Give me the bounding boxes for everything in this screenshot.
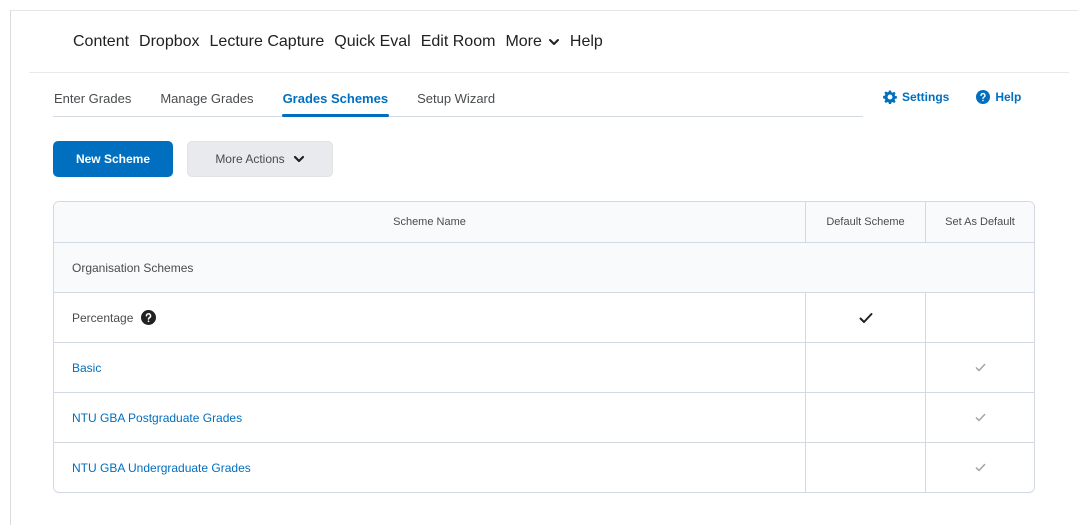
more-actions-label: More Actions xyxy=(215,152,285,166)
header-scheme-name: Scheme Name xyxy=(393,216,466,228)
default-scheme-cell xyxy=(805,443,925,492)
set-as-default-cell xyxy=(925,443,1034,492)
tab-grades-schemes[interactable]: Grades Schemes xyxy=(281,91,390,117)
help-circle-icon xyxy=(976,90,991,104)
checkmark-icon xyxy=(859,312,872,323)
nav-item-more[interactable]: More xyxy=(505,33,559,51)
set-default-check-icon[interactable] xyxy=(975,463,986,472)
nav-item-content[interactable]: Content xyxy=(73,33,129,51)
gear-icon xyxy=(883,90,897,104)
scheme-name-cell: Basic xyxy=(54,343,805,392)
scheme-name: Percentage xyxy=(72,310,134,325)
header-set-as-default: Set As Default xyxy=(925,202,1034,242)
default-scheme-cell xyxy=(805,293,925,342)
scheme-name-link[interactable]: NTU GBA Undergraduate Grades xyxy=(72,461,251,475)
default-scheme-cell xyxy=(805,343,925,392)
nav-item-help[interactable]: Help xyxy=(570,33,603,51)
tab-links: Settings Help xyxy=(883,90,1021,104)
new-scheme-button[interactable]: New Scheme xyxy=(53,141,173,177)
scheme-name-link[interactable]: NTU GBA Postgraduate Grades xyxy=(72,411,242,425)
scheme-name-cell: NTU GBA Undergraduate Grades xyxy=(54,443,805,492)
settings-link-label: Settings xyxy=(902,90,950,104)
scheme-name-link[interactable]: Basic xyxy=(72,361,101,375)
grades-tabs: Enter Grades Manage Grades Grades Scheme… xyxy=(53,73,863,117)
set-as-default-cell xyxy=(925,293,1034,342)
table-row: Percentage xyxy=(54,292,1034,342)
tab-manage-grades[interactable]: Manage Grades xyxy=(159,91,254,116)
set-default-check-icon[interactable] xyxy=(975,363,986,372)
table-row: NTU GBA Undergraduate Grades xyxy=(54,442,1034,492)
nav-item-dropbox[interactable]: Dropbox xyxy=(139,33,199,51)
scheme-name-cell: Percentage xyxy=(54,293,805,342)
help-link-label: Help xyxy=(995,90,1022,104)
settings-link[interactable]: Settings xyxy=(883,90,949,104)
more-actions-button[interactable]: More Actions xyxy=(187,141,333,177)
default-scheme-cell xyxy=(805,393,925,442)
nav-item-quick-eval[interactable]: Quick Eval xyxy=(334,33,410,51)
table-header-row: Scheme Name Default Scheme Set As Defaul… xyxy=(54,202,1034,242)
page-frame: Content Dropbox Lecture Capture Quick Ev… xyxy=(10,10,1078,525)
scheme-name-cell: NTU GBA Postgraduate Grades xyxy=(54,393,805,442)
table-row: Basic xyxy=(54,342,1034,392)
nav-item-edit-room[interactable]: Edit Room xyxy=(421,33,496,51)
nav-item-lecture-capture[interactable]: Lecture Capture xyxy=(210,33,325,51)
grade-schemes-table: Scheme Name Default Scheme Set As Defaul… xyxy=(53,201,1035,493)
chevron-down-icon xyxy=(293,155,304,163)
set-as-default-cell xyxy=(925,343,1034,392)
set-default-check-icon[interactable] xyxy=(975,413,986,422)
help-circle-icon[interactable] xyxy=(141,310,157,325)
table-row: NTU GBA Postgraduate Grades xyxy=(54,392,1034,442)
help-link[interactable]: Help xyxy=(976,90,1021,104)
set-as-default-cell xyxy=(925,393,1034,442)
nav-item-more-label: More xyxy=(505,32,542,50)
chevron-down-icon xyxy=(548,38,559,45)
header-default-scheme: Default Scheme xyxy=(805,202,925,242)
tab-setup-wizard[interactable]: Setup Wizard xyxy=(416,91,496,116)
group-label: Organisation Schemes xyxy=(72,260,194,275)
tab-enter-grades[interactable]: Enter Grades xyxy=(53,91,132,116)
course-navbar: Content Dropbox Lecture Capture Quick Ev… xyxy=(29,11,1069,73)
table-group-row: Organisation Schemes xyxy=(54,242,1034,292)
